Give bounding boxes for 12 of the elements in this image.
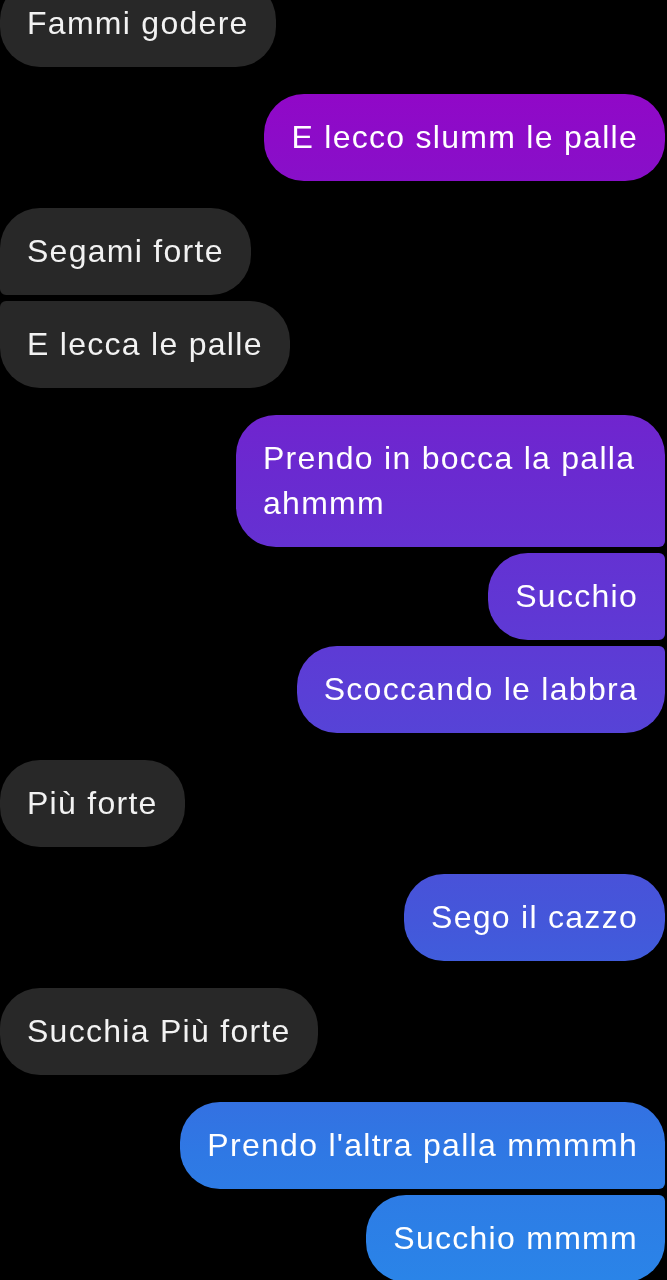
- sent-message-bubble: Succhio: [488, 553, 665, 640]
- sent-message-bubble: Scoccando le labbra: [296, 646, 665, 733]
- sent-message-bubble: Sego il cazzo: [404, 874, 665, 961]
- received-message-bubble: Succhia Più forte: [0, 988, 318, 1075]
- received-message-bubble: Segami forte: [0, 208, 251, 295]
- received-message-bubble: Più forte: [0, 760, 185, 847]
- sent-message-bubble: Prendo l'altra palla mmmmh: [180, 1102, 665, 1189]
- sent-message-bubble: E lecco slumm le palle: [264, 94, 665, 181]
- sent-message-bubble: Succhio mmmm: [366, 1195, 665, 1280]
- sent-message-bubble: Prendo in bocca la palla ahmmm: [236, 415, 665, 547]
- received-message-bubble: Fammi godere: [0, 0, 276, 67]
- received-message-bubble: E lecca le palle: [0, 301, 290, 388]
